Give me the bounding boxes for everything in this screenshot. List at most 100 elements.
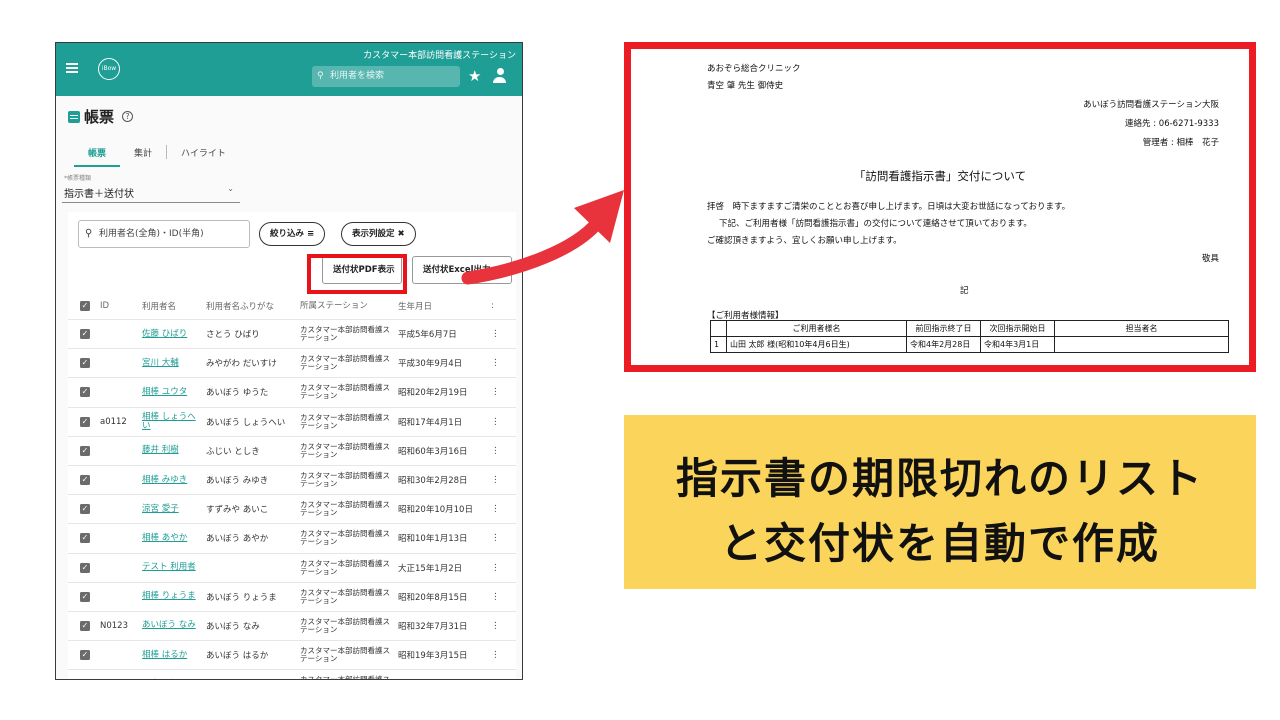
cell-name-link[interactable]: 相棒 ユウタ	[142, 387, 202, 397]
cell-kana: あいぼう なみ	[206, 621, 260, 632]
row-more-icon[interactable]: ⋮	[491, 504, 511, 514]
table-row[interactable]: ✓田中 一郎たなか いちろうカスタマー本部訪問看護ステーション昭和20年10月1…	[68, 670, 516, 680]
favorite-star-icon[interactable]: ★	[468, 67, 481, 85]
excel-export-button[interactable]: 送付状Excel出力	[412, 256, 512, 284]
row-checkbox[interactable]: ✓	[80, 650, 90, 661]
row-checkbox[interactable]: ✓	[80, 591, 90, 602]
doc-type-select[interactable]: *帳票種類 指示書＋送付状 ⌄	[62, 173, 240, 203]
row-checkbox[interactable]: ✓	[80, 504, 90, 515]
header-name[interactable]: 利用者名	[138, 300, 202, 312]
letter-td-staff	[1054, 336, 1229, 353]
row-more-icon[interactable]: ⋮	[491, 475, 511, 485]
table-row[interactable]: ✓ a0112 相棒 しょうへい あいぼう しょうへい カスタマー本部訪問看護ステーショ…	[68, 408, 516, 437]
header-kana[interactable]: 利用者名ふりがな	[202, 300, 298, 312]
cell-name-link[interactable]: あいぼう なみ	[142, 621, 202, 630]
table-header: ✓ ID 利用者名 利用者名ふりがな 所属ステーション 生年月日 :	[68, 292, 516, 320]
tab-reports[interactable]: 帳票	[74, 141, 121, 167]
help-icon[interactable]: ?	[122, 111, 134, 122]
app-logo: iBow	[98, 58, 120, 80]
table-row[interactable]: ✓ 涼宮 愛子 すずみや あいこ カスタマー本部訪問看護ステーション 昭和20年10月1…	[68, 495, 516, 525]
cell-kana: あいぼう みゆき	[206, 476, 269, 487]
letter-th-end: 前回指示終了日	[906, 320, 981, 337]
cell-name-link[interactable]: 涼宮 愛子	[142, 504, 202, 514]
cell-name-link[interactable]: テスト 利用者	[142, 563, 202, 572]
table-row[interactable]: ✓ テスト 利用者 カスタマー本部訪問看護ステーション 大正15年1月2日 ⋮	[68, 554, 516, 583]
table-row[interactable]: ✓ 佐藤 ひばり さとう ひばり カスタマー本部訪問看護ステーション 平成5年6月7日 ⋮	[68, 320, 516, 350]
header-id[interactable]: ID	[94, 301, 138, 311]
cell-birthdate: 昭和19年3月15日	[398, 651, 468, 662]
select-all-checkbox[interactable]: ✓	[80, 300, 90, 311]
table-row[interactable]: ✓ N0123 あいぼう なみ あいぼう なみ カスタマー本部訪問看護ステーション 昭和3…	[68, 612, 516, 642]
cell-station: カスタマー本部訪問看護ステーション	[300, 529, 390, 547]
filter-button[interactable]: 絞り込み ≡	[259, 222, 326, 246]
letter-td-name: 山田 太郎 様(昭和10年4月6日生)	[726, 336, 907, 353]
header-station[interactable]: 所属ステーション	[298, 301, 396, 310]
row-checkbox[interactable]: ✓	[80, 445, 90, 456]
letter-closing: 敬具	[1201, 254, 1219, 264]
table-row[interactable]: ✓ 相棒 みゆき あいぼう みゆき カスタマー本部訪問看護ステーション 昭和30年2月2…	[68, 466, 516, 496]
row-more-icon[interactable]: ⋮	[491, 446, 511, 456]
station-name: カスタマー本部訪問看護ステーション	[363, 51, 516, 61]
row-more-icon[interactable]: ⋮	[491, 592, 511, 602]
letter-clinic: あおぞら総合クリニック	[707, 64, 801, 74]
account-icon[interactable]	[493, 68, 507, 84]
row-checkbox[interactable]: ✓	[80, 679, 90, 680]
hamburger-menu-icon[interactable]	[66, 63, 78, 73]
row-more-icon[interactable]: ⋮	[491, 358, 511, 368]
row-more-icon[interactable]: ⋮	[491, 329, 511, 339]
letter-body-3: ご確認頂きますよう、宜しくお願い申し上げます。	[707, 236, 902, 246]
letter-body-2: 下記、ご利用者様「訪問看護指示書」の交付について連絡させて頂いております。	[719, 219, 1032, 229]
cell-birthdate: 昭和10年1月13日	[398, 534, 468, 545]
chevron-down-icon: ⌄	[227, 184, 234, 193]
letter-td-no: 1	[710, 336, 727, 353]
column-settings-label: 表示列設定	[352, 229, 395, 239]
table-row[interactable]: ✓ 藤井 利樹 ふじい としき カスタマー本部訪問看護ステーション 昭和60年3月16日…	[68, 437, 516, 466]
cell-name-link[interactable]: 宮川 大輔	[142, 358, 202, 368]
cell-station: カスタマー本部訪問看護ステーション	[300, 646, 390, 664]
cell-birthdate: 昭和30年2月28日	[398, 476, 468, 487]
cell-name-link[interactable]: 相棒 りょうま	[142, 592, 202, 601]
cell-birthdate: 昭和20年10月10日	[398, 505, 473, 516]
row-checkbox[interactable]: ✓	[80, 562, 90, 573]
row-checkbox[interactable]: ✓	[80, 416, 90, 427]
table-row[interactable]: ✓ 相棒 はるか あいぼう はるか カスタマー本部訪問看護ステーション 昭和19年3月1…	[68, 641, 516, 671]
row-checkbox[interactable]: ✓	[80, 533, 90, 544]
tab-highlight[interactable]: ハイライト	[167, 141, 240, 167]
cell-name-link[interactable]: 相棒 あやか	[142, 533, 202, 543]
cell-name-link[interactable]: 相棒 はるか	[142, 650, 202, 660]
table-row[interactable]: ✓ 相棒 ユウタ あいぼう ゆうた カスタマー本部訪問看護ステーション 昭和20年2月1…	[68, 378, 516, 408]
row-more-icon[interactable]: ⋮	[491, 563, 511, 573]
table-row[interactable]: ✓ 相棒 あやか あいぼう あやか カスタマー本部訪問看護ステーション 昭和10年1月1…	[68, 524, 516, 554]
user-search-input[interactable]: ⚲ 利用者を検索	[312, 66, 460, 87]
cell-birthdate: 昭和20年2月19日	[398, 388, 468, 399]
name-search-input[interactable]: ⚲ 利用者名(全角)・ID(半角)	[78, 220, 250, 248]
letter-patient-table: ご利用者様名 前回指示終了日 次回指示開始日 担当者名 1 山田 太郎 様(昭和…	[710, 320, 1229, 353]
row-checkbox[interactable]: ✓	[80, 620, 90, 631]
row-more-icon[interactable]: ⋮	[491, 417, 511, 427]
row-checkbox[interactable]: ✓	[80, 475, 90, 486]
row-more-icon[interactable]: ⋮	[491, 533, 511, 543]
row-more-icon[interactable]: ⋮	[491, 650, 511, 660]
column-settings-button[interactable]: 表示列設定 ✖	[341, 222, 416, 246]
row-more-icon[interactable]: ⋮	[491, 679, 511, 680]
cell-name-link[interactable]: 相棒 しょうへい	[142, 412, 202, 431]
letter-manager: 管理者 : 相棒 花子	[1142, 138, 1219, 148]
row-checkbox[interactable]: ✓	[80, 387, 90, 398]
row-checkbox[interactable]: ✓	[80, 358, 90, 369]
cell-name-link[interactable]: 相棒 みゆき	[142, 475, 202, 485]
row-more-icon[interactable]: ⋮	[491, 387, 511, 397]
pdf-button-highlight	[307, 254, 407, 294]
cell-kana: ふじい としき	[206, 446, 260, 457]
tab-totals[interactable]: 集計	[120, 141, 166, 167]
page-title: 帳票	[84, 108, 115, 126]
table-row[interactable]: ✓ 宮川 大輔 みやがわ だいすけ カスタマー本部訪問看護ステーション 平成30年9月4…	[68, 349, 516, 379]
cell-birthdate: 昭和60年3月16日	[398, 446, 468, 457]
cell-name-link[interactable]: 佐藤 ひばり	[142, 329, 202, 339]
row-checkbox[interactable]: ✓	[80, 329, 90, 340]
table-row[interactable]: ✓ 相棒 りょうま あいぼう りょうま カスタマー本部訪問看護ステーション 昭和20年8…	[68, 583, 516, 612]
cell-name-link[interactable]: 藤井 利樹	[142, 446, 202, 455]
row-more-icon[interactable]: ⋮	[491, 621, 511, 631]
table-body: ✓ 佐藤 ひばり さとう ひばり カスタマー本部訪問看護ステーション 平成5年6月7日 ⋮…	[68, 320, 516, 680]
header-birthdate[interactable]: 生年月日	[396, 300, 491, 312]
cell-id: N0123	[100, 620, 128, 631]
